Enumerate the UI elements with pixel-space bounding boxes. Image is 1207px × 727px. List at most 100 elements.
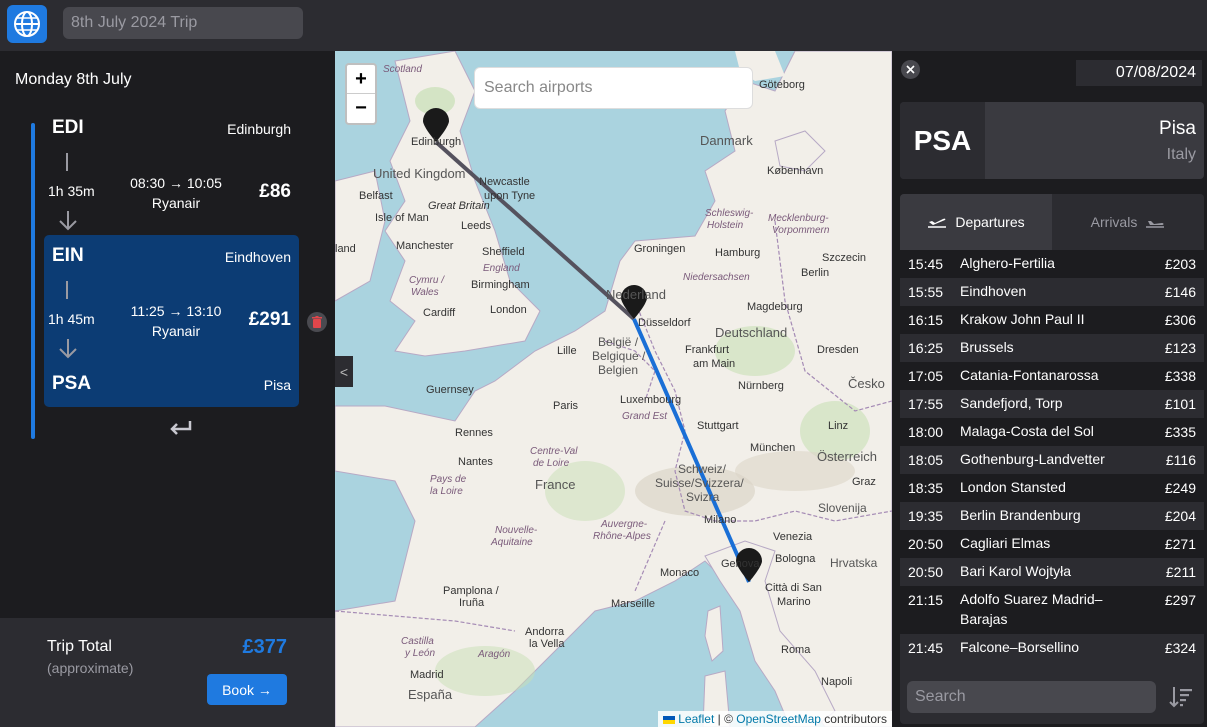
map-label: Slovenija xyxy=(818,501,867,515)
zoom-out-button[interactable]: − xyxy=(347,94,375,123)
map-label: Niedersachsen xyxy=(683,272,750,283)
trip-total-subtitle: (approximate) xyxy=(47,660,134,676)
flight-row[interactable]: 16:15 Krakow John Paul II £306 xyxy=(900,306,1204,334)
map-label: am Main xyxy=(693,358,736,370)
flight-time: 18:35 xyxy=(908,480,944,496)
map-label: Milano xyxy=(704,514,737,526)
final-destination-city: Pisa xyxy=(263,377,291,393)
map-label: Hamburg xyxy=(715,247,761,259)
map-label: Frankfurt xyxy=(685,344,730,356)
flight-destination: Cagliari Elmas xyxy=(960,535,1051,551)
leg-schedule: 11:25 → 13:10 Ryanair xyxy=(124,301,228,341)
airport-search-input[interactable] xyxy=(474,67,753,109)
flight-price: £204 xyxy=(1164,508,1196,524)
map-view[interactable]: Scotland Edinburgh United Kingdom Newcas… xyxy=(335,51,892,727)
flight-row[interactable]: 20:50 Cagliari Elmas £271 xyxy=(900,530,1204,558)
leg-price: £86 xyxy=(259,181,291,202)
map-label: Napoli xyxy=(821,676,853,688)
map-label: Rennes xyxy=(455,427,493,439)
map-label: Newcastle xyxy=(479,176,530,188)
tab-departures[interactable]: Departures xyxy=(900,194,1052,250)
flight-price: £123 xyxy=(1164,340,1196,356)
map-label: Pays de xyxy=(430,474,467,485)
flight-search-input[interactable] xyxy=(907,681,1156,713)
flight-time: 18:00 xyxy=(908,424,944,440)
flight-price: £203 xyxy=(1164,256,1196,272)
delete-leg-trash-icon[interactable] xyxy=(307,312,327,332)
plane-takeoff-icon xyxy=(928,218,947,228)
final-destination-code: PSA xyxy=(52,373,92,394)
flight-price: £116 xyxy=(1165,452,1196,468)
map-label: London xyxy=(490,304,527,316)
flight-row[interactable]: 18:00 Malaga-Costa del Sol £335 xyxy=(900,418,1204,446)
map-label: Stuttgart xyxy=(697,420,739,432)
map-label: Deutschland xyxy=(715,325,788,340)
map-label: Berlin xyxy=(801,267,830,279)
flight-row[interactable]: 19:35 Berlin Brandenburg £204 xyxy=(900,502,1204,530)
book-button[interactable]: Book → xyxy=(207,674,287,705)
return-arrow-icon[interactable] xyxy=(168,419,194,439)
map-label: Aquitaine xyxy=(491,537,533,548)
map-label: Vorpommern xyxy=(772,225,830,236)
map-label: Rhône-Alpes xyxy=(593,531,651,542)
map-label: France xyxy=(535,477,576,492)
map-label: Madrid xyxy=(410,669,444,681)
map-label: Graz xyxy=(852,476,876,488)
flight-row[interactable]: 16:25 Brussels £123 xyxy=(900,334,1204,362)
flight-row[interactable]: 18:05 Gothenburg-Landvetter £116 xyxy=(900,446,1204,474)
collapse-panel-button[interactable]: < xyxy=(335,356,353,387)
map-label: Nederland xyxy=(606,287,666,302)
timeline-bar xyxy=(31,123,35,439)
itinerary-leg-2[interactable]: EIN Eindhoven 1h 45m 11:25 → 13:10 Ryana… xyxy=(44,245,299,401)
map-label: la Loire xyxy=(430,486,463,497)
date-field[interactable]: 07/08/2024 xyxy=(1076,60,1202,86)
zoom-control: + − xyxy=(345,63,377,125)
osm-link[interactable]: OpenStreetMap xyxy=(736,712,821,726)
airport-city: Pisa xyxy=(1159,118,1196,139)
map-label: Lille xyxy=(557,345,577,357)
zoom-in-button[interactable]: + xyxy=(347,65,375,94)
trip-name-input[interactable] xyxy=(63,7,303,39)
day-title: Monday 8th July xyxy=(15,71,132,88)
trip-total-label: Trip Total xyxy=(47,638,112,655)
flight-time: 18:05 xyxy=(908,452,944,468)
map-label: Nantes xyxy=(458,456,493,468)
close-icon[interactable] xyxy=(901,60,920,79)
map-label: Grand Est xyxy=(622,411,668,422)
flight-row[interactable]: 21:45 Falcone–Borsellino £324 xyxy=(900,634,1204,662)
flight-time: 15:45 xyxy=(908,256,944,272)
flight-row[interactable]: 15:45 Alghero-Fertilia £203 xyxy=(900,250,1204,278)
tab-arrivals-label: Arrivals xyxy=(1090,214,1138,230)
flight-row[interactable]: 20:50 Bari Karol Wojtyła £211 xyxy=(900,558,1204,586)
leg-airline: Ryanair xyxy=(151,195,201,211)
flight-row[interactable]: 18:35 London Stansted £249 xyxy=(900,474,1204,502)
ukraine-flag-icon xyxy=(662,715,675,724)
map-label: Hrvatska xyxy=(830,556,878,570)
tab-departures-label: Departures xyxy=(955,214,1025,230)
leaflet-link[interactable]: Leaflet xyxy=(678,712,714,726)
flight-row[interactable]: 17:55 Sandefjord, Torp £101 xyxy=(900,390,1204,418)
tab-arrivals[interactable]: Arrivals xyxy=(1052,194,1204,250)
trip-total-price: £377 xyxy=(242,636,288,658)
flight-destination: Adolfo Suarez Madrid–Barajas xyxy=(960,591,1103,627)
flight-row[interactable]: 17:05 Catania-Fontanarossa £338 xyxy=(900,362,1204,390)
map-label: Great Britain xyxy=(428,200,490,212)
map-label: Guernsey xyxy=(426,384,474,396)
map-label: Castilla xyxy=(401,636,434,647)
map-label: Belfast xyxy=(359,190,393,202)
map-label: United Kingdom xyxy=(373,166,466,181)
flight-time: 17:05 xyxy=(908,368,944,384)
map-label: de Loire xyxy=(533,458,570,469)
globe-logo-icon[interactable] xyxy=(7,5,47,43)
itinerary-leg-1[interactable]: EDI Edinburgh 1h 35m 08:30 → 10:05 Ryana… xyxy=(44,117,299,237)
flight-destination: Catania-Fontanarossa xyxy=(960,367,1099,383)
flight-row[interactable]: 21:15 Adolfo Suarez Madrid–Barajas £297 xyxy=(900,586,1204,634)
map-label: land xyxy=(335,243,356,255)
flight-time: 20:50 xyxy=(908,536,944,552)
top-bar xyxy=(0,0,1207,51)
map-label: België / xyxy=(598,335,639,349)
map-label: Magdeburg xyxy=(747,301,803,313)
sort-icon[interactable] xyxy=(1168,684,1194,710)
map-label: Belgique / xyxy=(592,349,646,363)
flight-row[interactable]: 15:55 Eindhoven £146 xyxy=(900,278,1204,306)
